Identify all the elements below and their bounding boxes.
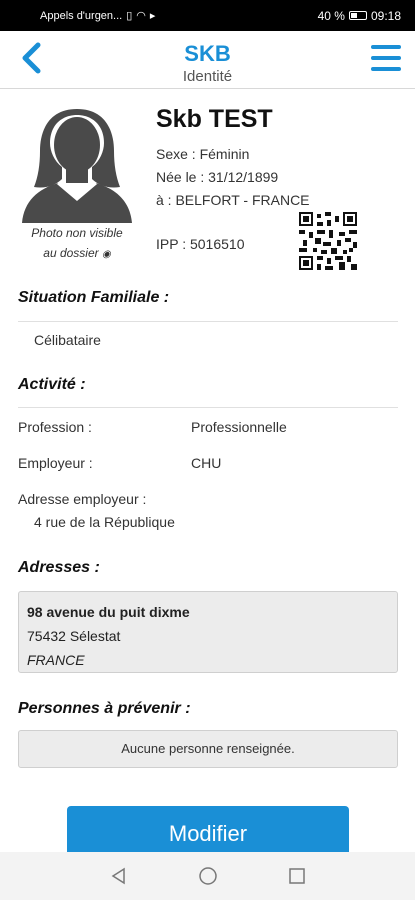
- page-subtitle: Identité: [182, 68, 233, 85]
- qr-code-icon[interactable]: [299, 212, 357, 270]
- sim-icon: ▯: [126, 10, 133, 22]
- divider: [18, 407, 398, 408]
- address-street: 98 avenue du puit dixme: [27, 604, 190, 620]
- nav-back-icon[interactable]: [110, 867, 128, 885]
- nav-home-icon[interactable]: [198, 866, 218, 886]
- employer-value: CHU: [191, 455, 222, 471]
- app-header: SKB Identité: [0, 31, 415, 89]
- address-city: 75432 Sélestat: [27, 628, 121, 644]
- patient-birth-date: Née le : 31/12/1899: [156, 169, 279, 185]
- patient-sex: Sexe : Féminin: [156, 146, 250, 162]
- wifi-icon: ◠: [136, 10, 146, 22]
- profession-value: Professionnelle: [191, 419, 287, 435]
- avatar-placeholder-icon: [22, 109, 132, 223]
- battery-icon: [348, 11, 367, 20]
- employer-address-label: Adresse employeur :: [18, 491, 147, 507]
- address-country: FRANCE: [27, 652, 85, 668]
- battery-text: 40 %: [317, 8, 345, 23]
- time-text: 09:18: [370, 8, 401, 23]
- nav-recents-icon[interactable]: [288, 867, 306, 885]
- addresses-title: Adresses :: [18, 559, 100, 576]
- patient-ipp: IPP : 5016510: [156, 236, 245, 252]
- patient-name: Skb TEST: [156, 105, 273, 133]
- activity-title: Activité :: [18, 376, 86, 393]
- family-status-value: Célibataire: [34, 332, 101, 348]
- eye-off-icon: ◉: [101, 249, 111, 260]
- status-bar: Appels d'urgen... ▯ ◠ ▸ 40 % 09:18: [0, 0, 415, 31]
- employer-address-value: 4 rue de la République: [34, 514, 175, 530]
- address-card[interactable]: 98 avenue du puit dixme 75432 Sélestat F…: [18, 591, 398, 673]
- contacts-title: Personnes à prévenir :: [18, 700, 191, 717]
- hamburger-menu-icon[interactable]: [371, 45, 401, 71]
- profession-label: Profession :: [18, 419, 92, 435]
- patient-birthplace: à : BELFORT - FRANCE: [156, 192, 310, 208]
- carrier-text: Appels d'urgen...: [40, 9, 123, 22]
- cast-icon: ▸: [149, 10, 156, 22]
- contacts-empty-message: Aucune personne renseignée.: [18, 730, 398, 768]
- employer-label: Employeur :: [18, 455, 93, 471]
- system-nav-bar: [0, 852, 415, 900]
- divider: [18, 321, 398, 322]
- photo-note: Photo non visible au dossier ◉: [31, 226, 123, 260]
- family-status-title: Situation Familiale :: [18, 289, 170, 306]
- page-title: SKB: [184, 41, 231, 66]
